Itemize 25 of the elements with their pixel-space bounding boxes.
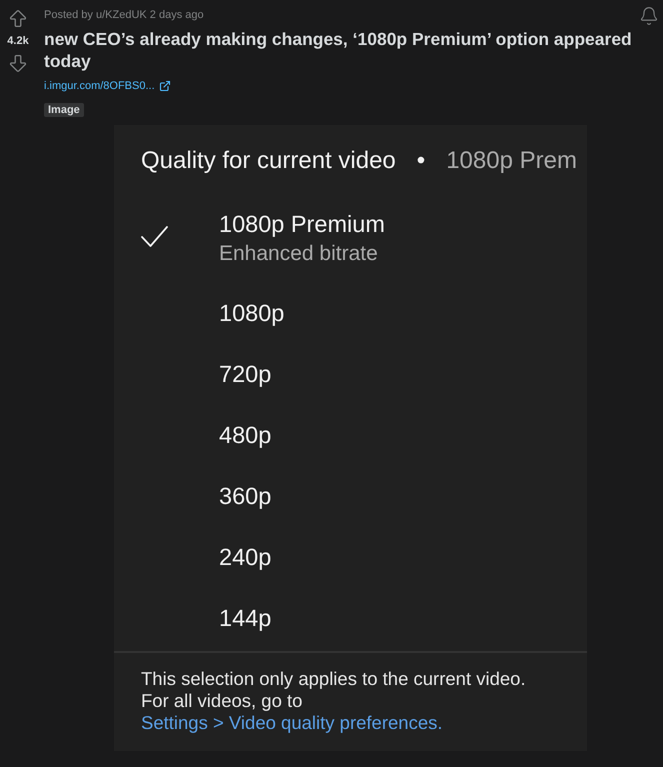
up-arrow-icon (7, 8, 29, 30)
upvote-button[interactable] (7, 8, 29, 30)
settings-link[interactable]: Settings > Video quality preferences. (141, 712, 443, 733)
quality-option[interactable]: 1080p (114, 282, 587, 343)
bell-icon (639, 6, 659, 26)
quality-option[interactable]: 480p (114, 404, 587, 465)
menu-title: Quality for current video (141, 147, 396, 175)
external-link-icon (158, 80, 171, 92)
quality-option[interactable]: 720p (114, 343, 587, 404)
post-title: new CEO’s already making changes, ‘1080p Premium’ option appeared today (44, 28, 633, 72)
vote-score: 4.2k (7, 34, 29, 48)
quality-option[interactable]: 240p (114, 526, 587, 587)
notification-button[interactable] (639, 6, 659, 26)
post-meta: Posted by u/KZedUK 2 days ago (44, 8, 204, 23)
quality-option[interactable]: 360p (114, 465, 587, 526)
image-link[interactable]: i.imgur.com/8OFBS0... (44, 79, 171, 93)
footer-note: This selection only applies to the current video. For all videos, go to Settings > Video quality preferences. (140, 668, 527, 735)
current-quality: 1080p Prem (446, 147, 577, 175)
check-icon (141, 225, 168, 248)
post-flair: Image (44, 103, 84, 117)
quality-option[interactable]: 1080p Premium Enhanced bitrate (114, 195, 587, 282)
downvote-button[interactable] (7, 52, 29, 74)
quality-option[interactable]: 144p (114, 587, 587, 648)
down-arrow-icon (7, 52, 29, 74)
separator-dot: • (416, 147, 426, 175)
